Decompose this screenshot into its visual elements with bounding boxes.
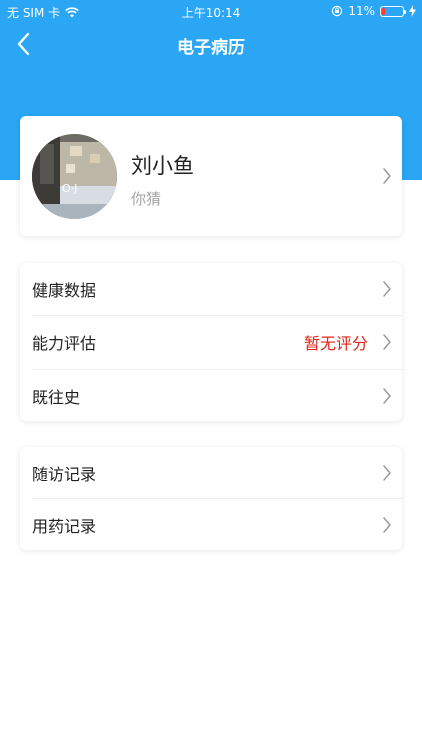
row-ability-assessment[interactable]: 能力评估 暂无评分: [20, 316, 402, 368]
profile-subtitle: 你猜: [131, 190, 162, 208]
charging-icon: [409, 5, 416, 17]
chevron-right-icon: [383, 281, 391, 297]
row-label: 能力评估: [32, 334, 97, 353]
records-section-2: 随访记录 用药记录: [20, 447, 402, 550]
row-label: 随访记录: [32, 465, 97, 484]
status-bar: 无 SIM 卡 上午10:14 11%: [0, 0, 422, 24]
row-label: 健康数据: [32, 281, 97, 300]
battery-icon: [380, 5, 406, 17]
svg-text:O·J: O·J: [62, 182, 77, 195]
chevron-right-icon: [383, 465, 391, 481]
chevron-right-icon: [383, 517, 391, 533]
nav-bar: 电子病历: [0, 24, 422, 64]
rotation-lock-icon: [332, 5, 343, 17]
row-medical-history[interactable]: 既往史: [20, 370, 402, 422]
profile-name: 刘小鱼: [131, 154, 194, 178]
avatar: O·J: [32, 134, 117, 219]
chevron-right-icon: [383, 334, 391, 350]
chevron-right-icon: [383, 168, 391, 184]
row-health-data[interactable]: 健康数据: [20, 263, 402, 315]
row-medication-records[interactable]: 用药记录: [20, 499, 402, 551]
records-section-1: 健康数据 能力评估 暂无评分 既往史: [20, 263, 402, 421]
row-label: 用药记录: [32, 517, 97, 536]
status-right: 11%: [331, 4, 416, 18]
page-title: 电子病历: [177, 38, 245, 58]
chevron-right-icon: [383, 388, 391, 404]
row-label: 既往史: [32, 388, 81, 407]
assessment-score: 暂无评分: [303, 334, 368, 353]
profile-card[interactable]: O·J 刘小鱼 你猜: [20, 116, 402, 236]
row-follow-up-records[interactable]: 随访记录: [20, 447, 402, 499]
battery-percent: 11%: [348, 4, 375, 18]
